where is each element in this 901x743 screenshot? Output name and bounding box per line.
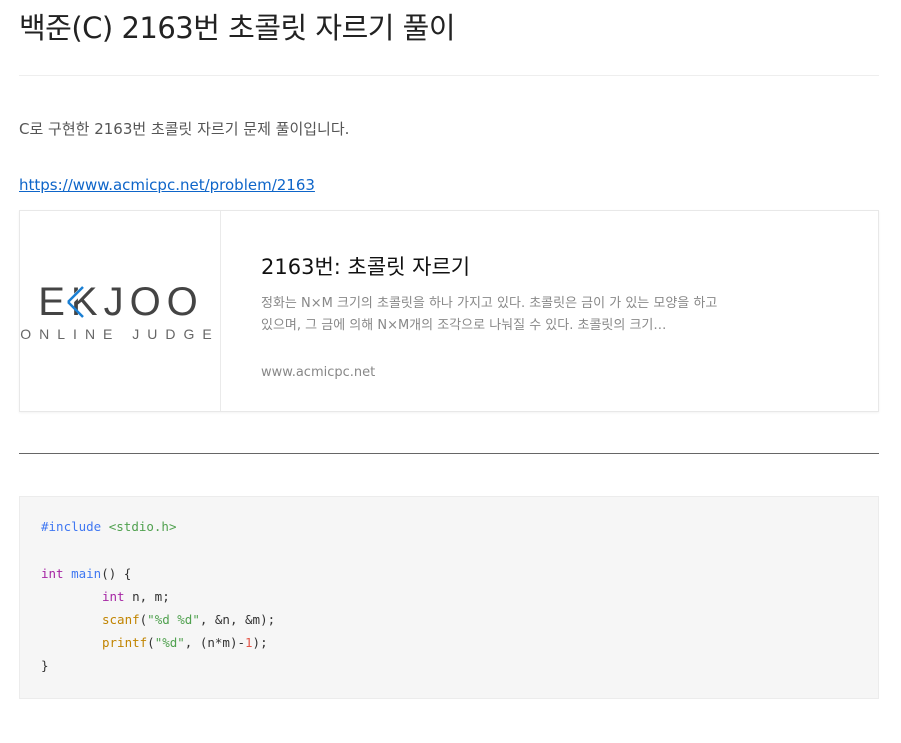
code-token: , (n*m)- (184, 635, 246, 650)
problem-link[interactable]: https://www.acmicpc.net/problem/2163 (19, 176, 315, 194)
section-divider (19, 453, 879, 454)
card-thumbnail: EKJOO ONLINE JUDGE (20, 211, 221, 411)
code-line: int n, m; (102, 587, 170, 607)
logo-sub-text: ONLINE JUDGE (20, 326, 219, 342)
code-token: main (71, 566, 102, 581)
baekjoon-logo: EKJOO ONLINE JUDGE (20, 280, 219, 342)
code-token: n, m; (124, 589, 170, 604)
code-token: () { (101, 566, 132, 581)
code-line: printf("%d", (n*m)-1); (102, 635, 268, 650)
code-token: ); (252, 635, 268, 650)
code-token: "%d" (154, 635, 185, 650)
post-title: 백준(C) 2163번 초콜릿 자르기 풀이 (19, 11, 456, 45)
code-token: 1 (245, 635, 253, 650)
code-line: } (41, 656, 49, 676)
code-token: <stdio.h> (108, 519, 177, 534)
logo-main-text: EKJOO (38, 280, 204, 324)
card-domain: www.acmicpc.net (261, 365, 376, 380)
title-divider (19, 75, 879, 76)
code-token: int (102, 589, 125, 604)
code-token: , &n, &m); (199, 612, 276, 627)
card-title: 2163번: 초콜릿 자르기 (261, 255, 471, 279)
card-description: 정화는 N×M 크기의 초콜릿을 하나 가지고 있다. 초콜릿은 금이 가 있는… (261, 296, 718, 333)
code-line: int main() { (41, 564, 131, 584)
code-line: scanf("%d %d", &n, &m); (102, 612, 276, 627)
code-block: #include <stdio.h> int main() { int n, m… (19, 496, 879, 699)
post-intro: C로 구현한 2163번 초콜릿 자르기 문제 풀이입니다. (19, 120, 350, 138)
code-line: #include <stdio.h> (41, 517, 176, 537)
code-token: } (41, 658, 49, 673)
code-token: printf (102, 635, 148, 650)
code-token: scanf (102, 612, 140, 627)
link-preview-card[interactable]: EKJOO ONLINE JUDGE 2163번: 초콜릿 자르기 정화는 N×… (19, 210, 879, 412)
code-token: "%d %d" (147, 612, 200, 627)
code-token: #include (41, 519, 102, 534)
code-token: int (41, 566, 64, 581)
